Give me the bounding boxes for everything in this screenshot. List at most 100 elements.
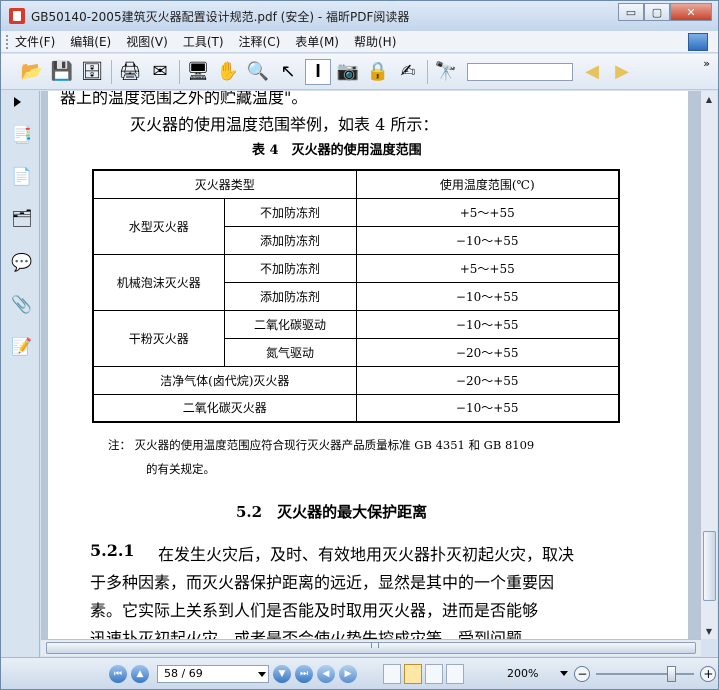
menu-help[interactable]: 帮助(H): [354, 33, 396, 50]
pdf-app-icon: [9, 8, 25, 24]
table-row: 二氧化碳灭火器 −10～+55: [92, 393, 620, 423]
find-binoculars-icon[interactable]: 🔭: [433, 59, 459, 85]
paragraph-line: 在发生火灾后，及时、有效地用灭火器扑灭初起火灾，取决: [158, 545, 575, 564]
paragraph-line: 素。它实际上关系到人们是否能及时取用灭火器，进而是否能够: [90, 601, 539, 620]
attachments-icon[interactable]: 📎: [11, 293, 33, 317]
save-icon[interactable]: 💾: [49, 59, 75, 85]
table-note-continued: 的有关规定。: [146, 462, 215, 476]
menu-tools[interactable]: 工具(T): [183, 33, 224, 50]
email-icon[interactable]: ✉: [147, 59, 173, 85]
comments-icon[interactable]: 💬: [11, 251, 33, 275]
toolbar-overflow-button[interactable]: »: [703, 57, 710, 70]
first-page-icon[interactable]: ⏮: [109, 664, 127, 683]
horizontal-scrollbar[interactable]: [41, 639, 701, 656]
zoom-out-icon[interactable]: −: [574, 665, 591, 682]
table-header-row: 灭火器类型 使用温度范围(℃): [92, 169, 620, 199]
table-cell-sub: 不加防冻剂: [223, 253, 357, 283]
table-cell-type: 洁净气体(卤代烷)灭火器: [92, 365, 357, 395]
page-number-value: 58 / 69: [164, 667, 203, 680]
app-window: GB50140-2005建筑灭火器配置设计规范.pdf (安全) - 福昕PDF…: [0, 0, 719, 690]
bookmarks-icon[interactable]: 📑: [11, 123, 33, 147]
facing-view-icon[interactable]: [425, 663, 443, 684]
menu-form[interactable]: 表单(M): [295, 33, 339, 50]
close-button[interactable]: ✕: [670, 3, 712, 21]
menu-file[interactable]: 文件(F): [15, 33, 55, 50]
table-cell-sub: 二氧化碳驱动: [223, 309, 357, 339]
maximize-button[interactable]: ▢: [644, 3, 670, 21]
minimize-button[interactable]: ▭: [618, 3, 644, 21]
next-page-icon[interactable]: ▼: [273, 664, 291, 683]
toolbar-separator: [427, 59, 428, 84]
zoom-dropdown-icon[interactable]: [560, 671, 569, 676]
table-cell-range: +5～+55: [355, 197, 620, 227]
table-caption: 表 4 灭火器的使用温度范围: [252, 143, 422, 158]
previous-page-icon[interactable]: ▲: [131, 664, 149, 683]
restore-layout-icon[interactable]: [688, 33, 708, 51]
table-cell-range: −10～+55: [355, 309, 620, 339]
zoom-in-icon[interactable]: +: [700, 665, 717, 682]
table-cell-range: −20～+55: [355, 365, 620, 395]
title-bar[interactable]: GB50140-2005建筑灭火器配置设计规范.pdf (安全) - 福昕PDF…: [1, 1, 718, 31]
table-cell-type: 二氧化碳灭火器: [92, 393, 357, 423]
single-page-view-icon[interactable]: [383, 663, 401, 684]
table-cell-sub: 添加防冻剂: [223, 225, 357, 255]
find-next-icon[interactable]: ▶: [609, 59, 635, 85]
table-cell-sub: 不加防冻剂: [223, 197, 357, 227]
go-forward-icon[interactable]: ▶: [339, 664, 357, 683]
go-back-icon[interactable]: ◀: [317, 664, 335, 683]
vertical-scroll-thumb[interactable]: [703, 531, 716, 601]
table-row: 干粉灭火器 二氧化碳驱动 −10～+55: [92, 309, 620, 367]
toolbar: 📂 💾 🗄 🖨 ✉ 🖥 ✋ 🔍 ↖ 𝐈 📷 🔒 ✍ 🔭 ◀ ▶ »: [1, 54, 718, 90]
page-number-input[interactable]: 58 / 69: [157, 664, 269, 683]
scroll-down-icon[interactable]: ▼: [703, 625, 715, 637]
menu-comment[interactable]: 注释(C): [239, 33, 281, 50]
zoom-slider-track: [596, 672, 695, 675]
partial-text-line: 器上的温度范围之外的贮藏温度"。: [60, 91, 308, 107]
table-cell-type: 机械泡沫灭火器: [92, 253, 225, 311]
menu-grip-handle[interactable]: [6, 35, 9, 49]
status-bar: ⏮ ▲ 58 / 69 ▼ ⏭ ◀ ▶ 200% − +: [1, 657, 718, 689]
signatures-icon[interactable]: 📝: [11, 335, 33, 359]
table-cell-sub: 添加防冻剂: [223, 281, 357, 311]
zoom-slider-knob[interactable]: [667, 665, 677, 682]
pdf-page: 器上的温度范围之外的贮藏温度"。 灭火器的使用温度范围举例，如表 4 所示： 表…: [48, 91, 688, 639]
zoom-slider[interactable]: [596, 665, 695, 682]
continuous-view-icon[interactable]: [404, 663, 422, 684]
zoom-level[interactable]: 200%: [507, 667, 538, 680]
table-header-cell: 灭火器类型: [92, 169, 357, 199]
rms-icon[interactable]: 🔒: [365, 59, 391, 85]
fullscreen-icon[interactable]: 🖥: [185, 59, 211, 85]
sign-icon[interactable]: ✍: [395, 59, 421, 85]
find-input[interactable]: [467, 62, 573, 81]
vertical-scrollbar[interactable]: ▲ ▼: [700, 91, 717, 639]
select-arrow-icon[interactable]: ↖: [275, 59, 301, 85]
section-heading: 5.2 灭火器的最大保护距离: [236, 503, 428, 521]
snapshot-icon[interactable]: 📷: [335, 59, 361, 85]
expand-panel-icon[interactable]: [14, 97, 21, 107]
document-view[interactable]: 器上的温度范围之外的贮藏温度"。 灭火器的使用温度范围举例，如表 4 所示： 表…: [41, 91, 701, 639]
save-all-icon[interactable]: 🗄: [79, 59, 105, 85]
table-row: 洁净气体(卤代烷)灭火器 −20～+55: [92, 365, 620, 395]
table-cell-type: 干粉灭火器: [92, 309, 225, 367]
window-controls: ▭ ▢ ✕: [618, 3, 712, 21]
menu-view[interactable]: 视图(V): [126, 33, 168, 50]
continuous-facing-view-icon[interactable]: [446, 663, 464, 684]
table-header-cell: 使用温度范围(℃): [355, 169, 620, 199]
toolbar-separator: [179, 59, 180, 84]
pages-icon[interactable]: 📄: [11, 165, 33, 189]
scroll-up-icon[interactable]: ▲: [703, 93, 715, 105]
page-dropdown-icon[interactable]: [258, 671, 266, 677]
print-icon[interactable]: 🖨: [117, 59, 143, 85]
open-folder-icon[interactable]: 📂: [19, 59, 45, 85]
left-panel: 📑 📄 🗂 💬 📎 📝: [1, 91, 40, 657]
hand-tool-icon[interactable]: ✋: [215, 59, 241, 85]
text-select-icon[interactable]: 𝐈: [305, 58, 331, 85]
menu-edit[interactable]: 编辑(E): [70, 33, 111, 50]
find-prev-icon[interactable]: ◀: [579, 59, 605, 85]
table-cell-sub: 氮气驱动: [223, 337, 357, 367]
table-cell-range: −10～+55: [355, 281, 620, 311]
layers-icon[interactable]: 🗂: [11, 207, 33, 231]
zoom-tool-icon[interactable]: 🔍: [245, 59, 271, 85]
table-cell-range: −10～+55: [355, 393, 620, 423]
last-page-icon[interactable]: ⏭: [295, 664, 313, 683]
